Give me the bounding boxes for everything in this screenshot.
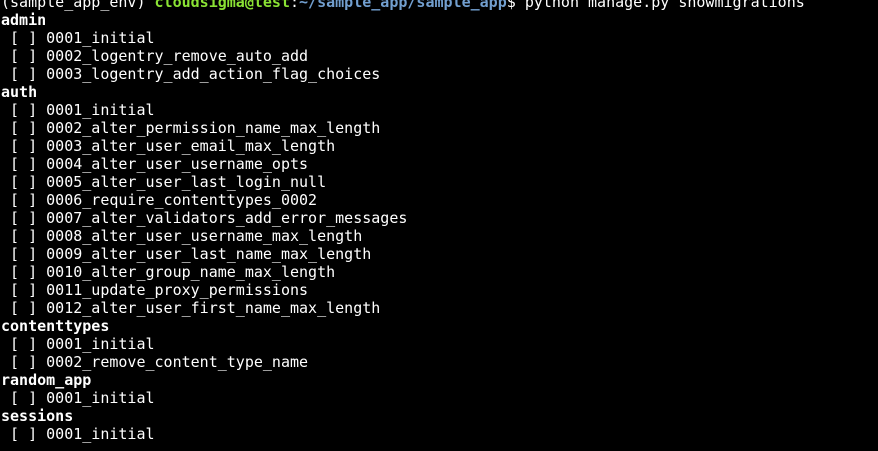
migration-name: 0001_initial: [46, 101, 155, 119]
prompt-colon: :: [290, 0, 300, 11]
migration-status-checkbox: [ ]: [1, 263, 47, 281]
migration-name: 0004_alter_user_username_opts: [46, 155, 309, 173]
migration-status-checkbox: [ ]: [1, 425, 47, 443]
migration-status-checkbox: [ ]: [1, 173, 47, 191]
migration-row: [ ] 0007_alter_validators_add_error_mess…: [1, 209, 878, 227]
migration-name: 0001_initial: [46, 389, 155, 407]
migration-name: 0008_alter_user_username_max_length: [46, 227, 363, 245]
migration-row: [ ] 0012_alter_user_first_name_max_lengt…: [1, 299, 878, 317]
migration-name: 0007_alter_validators_add_error_messages: [46, 209, 408, 227]
migration-row: [ ] 0002_alter_permission_name_max_lengt…: [1, 119, 878, 137]
migration-name: 0001_initial: [46, 335, 155, 353]
migration-name: 0012_alter_user_first_name_max_length: [46, 299, 381, 317]
migration-name: 0011_update_proxy_permissions: [46, 281, 309, 299]
migration-row: [ ] 0004_alter_user_username_opts: [1, 155, 878, 173]
migration-row: [ ] 0001_initial: [1, 425, 878, 443]
migration-name: 0010_alter_group_name_max_length: [46, 263, 336, 281]
migration-row: [ ] 0001_initial: [1, 29, 878, 47]
command-text: python manage.py showmigrations: [524, 0, 805, 11]
migration-row: [ ] 0002_remove_content_type_name: [1, 353, 878, 371]
migration-row: [ ] 0006_require_contenttypes_0002: [1, 191, 878, 209]
migration-row: [ ] 0010_alter_group_name_max_length: [1, 263, 878, 281]
migration-row: [ ] 0001_initial: [1, 101, 878, 119]
migration-status-checkbox: [ ]: [1, 209, 47, 227]
migration-status-checkbox: [ ]: [1, 119, 47, 137]
migration-status-checkbox: [ ]: [1, 245, 47, 263]
migration-row: [ ] 0003_alter_user_email_max_length: [1, 137, 878, 155]
migration-status-checkbox: [ ]: [1, 299, 47, 317]
app-heading: sessions: [1, 407, 74, 425]
migration-row: [ ] 0011_update_proxy_permissions: [1, 281, 878, 299]
migration-name: 0001_initial: [46, 29, 155, 47]
migration-status-checkbox: [ ]: [1, 155, 47, 173]
migration-status-checkbox: [ ]: [1, 137, 47, 155]
terminal-window[interactable]: (sample_app_env) cloudsigma@test:~/sampl…: [0, 0, 878, 444]
virtualenv-label: (sample_app_env): [1, 0, 155, 11]
migration-status-checkbox: [ ]: [1, 47, 47, 65]
app-heading: admin: [1, 11, 47, 29]
migration-status-checkbox: [ ]: [1, 353, 47, 371]
migration-row: [ ] 0008_alter_user_username_max_length: [1, 227, 878, 245]
migration-row: [ ] 0002_logentry_remove_auto_add: [1, 47, 878, 65]
app-heading: auth: [1, 83, 38, 101]
migration-status-checkbox: [ ]: [1, 101, 47, 119]
migration-status-checkbox: [ ]: [1, 191, 47, 209]
migration-name: 0002_remove_content_type_name: [46, 353, 309, 371]
migration-name: 0005_alter_user_last_login_null: [46, 173, 327, 191]
prompt-line: (sample_app_env) cloudsigma@test:~/sampl…: [1, 0, 878, 11]
current-path: ~/sample_app/sample_app: [299, 0, 507, 11]
migration-name: 0002_alter_permission_name_max_length: [46, 119, 381, 137]
migration-row: [ ] 0001_initial: [1, 389, 878, 407]
migration-status-checkbox: [ ]: [1, 281, 47, 299]
migration-row: [ ] 0003_logentry_add_action_flag_choice…: [1, 65, 878, 83]
migration-name: 0006_require_contenttypes_0002: [46, 191, 318, 209]
prompt-symbol: $: [506, 0, 525, 11]
migration-status-checkbox: [ ]: [1, 389, 47, 407]
migration-name: 0003_logentry_add_action_flag_choices: [46, 65, 381, 83]
migration-status-checkbox: [ ]: [1, 227, 47, 245]
command-output: admin [ ] 0001_initial [ ] 0002_logentry…: [1, 11, 878, 443]
migration-name: 0002_logentry_remove_auto_add: [46, 47, 309, 65]
migration-row: [ ] 0001_initial: [1, 335, 878, 353]
migration-row: [ ] 0005_alter_user_last_login_null: [1, 173, 878, 191]
app-heading: contenttypes: [1, 317, 110, 335]
migration-name: 0003_alter_user_email_max_length: [46, 137, 336, 155]
migration-status-checkbox: [ ]: [1, 335, 47, 353]
migration-row: [ ] 0009_alter_user_last_name_max_length: [1, 245, 878, 263]
migration-name: 0001_initial: [46, 425, 155, 443]
migration-status-checkbox: [ ]: [1, 65, 47, 83]
app-heading: random_app: [1, 371, 92, 389]
migration-status-checkbox: [ ]: [1, 29, 47, 47]
migration-name: 0009_alter_user_last_name_max_length: [46, 245, 372, 263]
user-host: cloudsigma@test: [154, 0, 290, 11]
